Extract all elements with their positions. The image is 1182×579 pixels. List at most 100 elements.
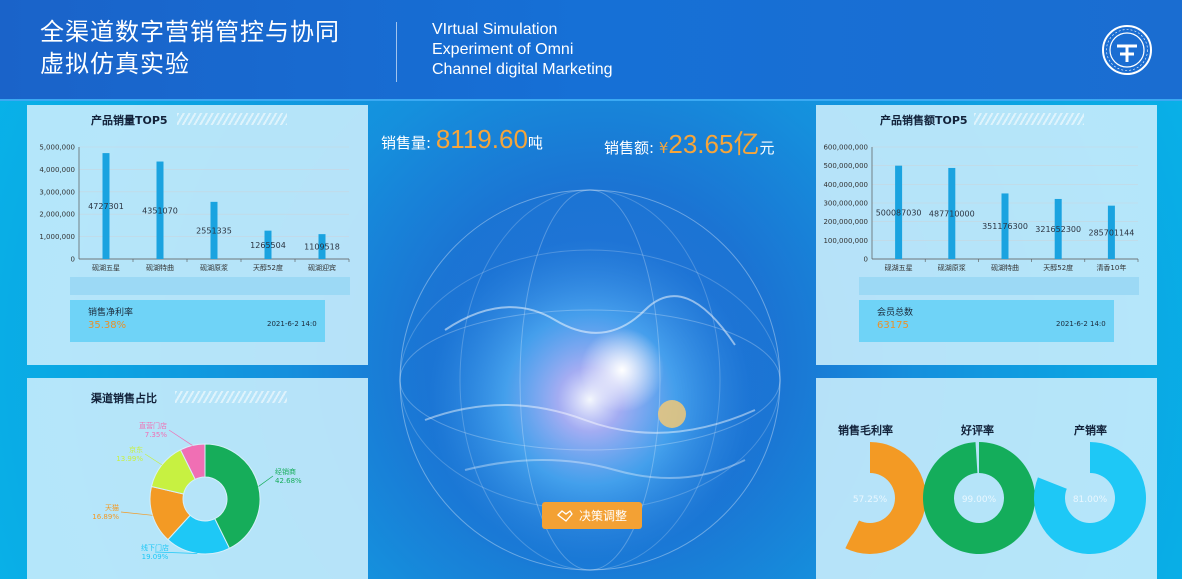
y-tick-label: 600,000,000 [823, 144, 868, 152]
sales-amount-unit: 元 [759, 139, 775, 157]
app-title-en-line1: VIrtual Simulation [432, 21, 558, 38]
university-seal-icon [1102, 25, 1152, 75]
app-title-cn: 全渠道数字营销管控与协同 虚拟仿真实验 [40, 16, 380, 80]
x-tick-label: 天醇52度 [1043, 263, 1073, 272]
chart-band [70, 277, 350, 295]
y-tick-label: 0 [864, 256, 868, 264]
kpi-label: 会员总数 [877, 308, 914, 318]
x-tick-label: 砚湖特曲 [991, 263, 1019, 272]
slice-percent-label: 42.68% [275, 477, 302, 485]
gauge-value-label: 99.00% [962, 495, 997, 505]
app-title-en: VIrtual Simulation Experiment of Omni Ch… [432, 20, 692, 80]
gauge-title: 产销率 [1074, 423, 1107, 437]
slice-percent-label: 19.09% [142, 553, 169, 561]
kpi-label: 销售净利率 [88, 308, 134, 318]
sales-amount-unit-big: 亿 [733, 129, 760, 159]
app-title-line1: 全渠道数字营销管控与协同 [40, 18, 340, 46]
bar-value-label: 500087030 [876, 208, 922, 217]
slice-percent-label: 7.35% [145, 431, 168, 439]
y-tick-label: 300,000,000 [823, 200, 868, 208]
leader-line [144, 453, 163, 466]
chart-band [859, 277, 1139, 295]
y-tick-label: 4,000,000 [39, 166, 75, 174]
x-tick-label: 砚湖特曲 [146, 263, 174, 272]
panel-title: 产品销售额TOP5 [880, 114, 968, 127]
channel-share-chart: 经销商42.68% 线下门店19.09% 天猫16.89% 京东13.99% 直营门店7… [92, 421, 302, 561]
slice-percent-label: 13.99% [116, 455, 143, 463]
x-tick-label: 清香10年 [1096, 263, 1126, 272]
leader-line [258, 475, 274, 487]
kpi-time: 2021-6-2 14:0 [267, 320, 317, 328]
kpi-time: 2021-6-2 14:0 [1056, 320, 1106, 328]
slice-name-label: 直营门店 [139, 421, 167, 430]
y-tick-label: 500,000,000 [823, 162, 868, 170]
bar-value-label: 4727301 [88, 202, 124, 211]
x-tick-label: 砚湖五星 [92, 263, 120, 272]
sales-amount-panel: 产品销售额TOP5 0 100,000,000 200,000,000 300,000… [816, 105, 1157, 365]
panel-title: 产品销量TOP5 [91, 114, 168, 127]
sales-volume-label: 销售量: [381, 134, 432, 152]
y-tick-label: 400,000,000 [823, 181, 868, 189]
sales-amount-chart: 0 100,000,000 200,000,000 300,000,000 400,00… [823, 144, 1139, 272]
app-title-en-line3: Channel digital Marketing [432, 61, 613, 78]
gauge-title: 好评率 [960, 423, 994, 437]
sales-amount-stat: 销售额: ¥23.65亿元 [604, 124, 775, 161]
x-tick-label: 砚湖原浆 [938, 263, 966, 272]
sales-volume-chart: 0 1,000,000 2,000,000 3,000,000 4,000,000 5,0… [39, 144, 350, 272]
member-total-kpi: 会员总数 63175 2021-6-2 14:0 [859, 300, 1114, 342]
sales-amount-value: 23.65 [668, 129, 734, 159]
bar-value-label: 1265504 [250, 241, 286, 250]
bar-value-label: 351176300 [982, 222, 1028, 231]
x-tick-label: 天醇52度 [253, 263, 283, 272]
y-tick-label: 100,000,000 [823, 237, 868, 245]
decision-adjust-button[interactable]: 决策调整 [542, 502, 642, 529]
bar-value-label: 487710000 [929, 209, 975, 218]
y-tick-label: 0 [71, 256, 75, 264]
kpi-value: 63175 [877, 320, 909, 331]
header-bar: 全渠道数字营销管控与协同 虚拟仿真实验 VIrtual Simulation E… [0, 0, 1182, 101]
x-tick-label: 砚湖原浆 [200, 263, 228, 272]
y-tick-label: 200,000,000 [823, 218, 868, 226]
sales-volume-value: 8119.60 [435, 124, 528, 154]
rates-gauges: 57.25% 销售毛利率 99.00% 好评率 81.00% 产销率 [838, 423, 1146, 554]
bar-value-label: 2551335 [196, 226, 232, 235]
leader-line [168, 429, 193, 446]
gauge-value-label: 57.25% [853, 495, 888, 505]
title-stripes [177, 113, 287, 125]
slice-name-label: 经销商 [275, 467, 296, 476]
slice-name-label: 天猫 [105, 503, 119, 512]
decision-adjust-label: 决策调整 [578, 509, 627, 523]
bar-value-label: 321652300 [1035, 225, 1081, 234]
app-title-en-line2: Experiment of Omni [432, 41, 574, 58]
title-stripes [175, 391, 287, 403]
gauge-title: 销售毛利率 [838, 423, 893, 437]
bar-value-label: 4351070 [142, 206, 178, 215]
y-tick-label: 3,000,000 [39, 188, 75, 196]
bar-value-label: 285701144 [1088, 228, 1134, 237]
x-tick-label: 砚湖迎宾 [308, 263, 336, 272]
net-profit-kpi: 销售净利率 35.38% 2021-6-2 14:0 [70, 300, 325, 342]
gauge-value-label: 81.00% [1073, 495, 1108, 505]
title-stripes [974, 113, 1084, 125]
slice-name-label: 京东 [129, 445, 143, 454]
bar-value-label: 1109518 [304, 243, 340, 252]
leader-line [120, 511, 153, 516]
sales-volume-panel: 产品销量TOP5 0 1,000,000 2,000,000 3,000,000 4,0… [27, 105, 368, 365]
panel-title: 渠道销售占比 [91, 392, 157, 405]
cursor-highlight [658, 400, 686, 428]
kpi-value: 35.38% [88, 320, 127, 331]
channel-share-panel: 渠道销售占比 经销商 42.68% 线下门店 19.09% 天猫 16.89% 京东 13.9… [27, 378, 368, 579]
sales-amount-label: 销售额: [604, 139, 655, 157]
rates-panel: 57.25% 销售毛利率 99.00% 好评率 81.00% 产销率 [816, 378, 1157, 579]
header-divider [396, 22, 397, 82]
slice-name-label: 线下门店 [141, 543, 169, 552]
y-tick-label: 2,000,000 [39, 211, 75, 219]
y-tick-label: 1,000,000 [39, 233, 75, 241]
sales-volume-stat: 销售量: 8119.60吨 [381, 124, 543, 155]
handshake-icon [556, 509, 573, 522]
slice-percent-label: 16.89% [92, 513, 119, 521]
sales-volume-unit: 吨 [527, 134, 543, 152]
app-title-line2: 虚拟仿真实验 [40, 50, 190, 78]
x-tick-label: 砚湖五星 [885, 263, 913, 272]
y-tick-label: 5,000,000 [39, 144, 75, 152]
